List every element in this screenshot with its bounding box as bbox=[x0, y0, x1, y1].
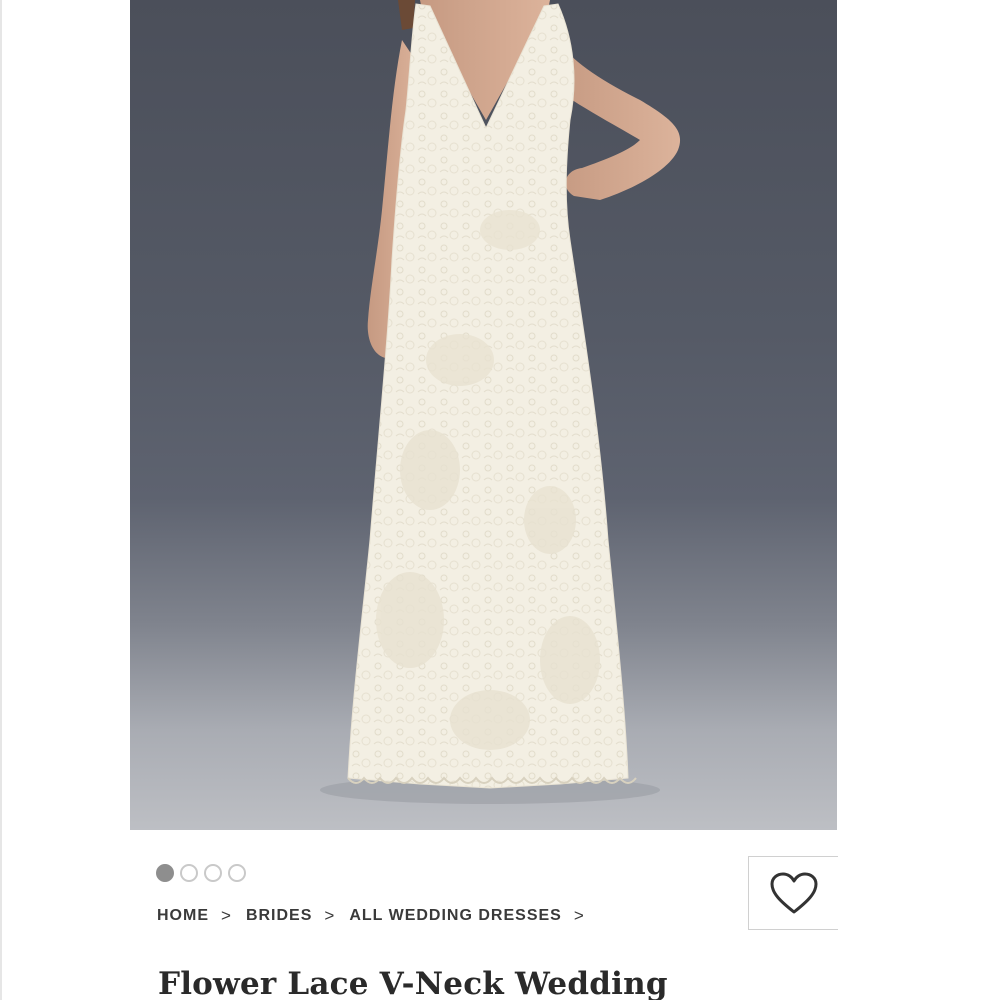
carousel-dots bbox=[156, 864, 246, 882]
breadcrumb-separator: > bbox=[221, 906, 232, 925]
product-page: HOME > BRIDES > ALL WEDDING DRESSES > Fl… bbox=[0, 0, 1000, 1000]
breadcrumb-separator: > bbox=[573, 906, 585, 925]
wishlist-button[interactable] bbox=[748, 856, 838, 930]
breadcrumb-home[interactable]: HOME bbox=[157, 907, 209, 925]
product-photo bbox=[320, 0, 681, 804]
carousel-dot-2[interactable] bbox=[180, 864, 198, 882]
carousel-dot-1[interactable] bbox=[156, 864, 174, 882]
breadcrumb-all-wedding-dresses[interactable]: ALL WEDDING DRESSES bbox=[349, 907, 562, 925]
carousel-dot-4[interactable] bbox=[228, 864, 246, 882]
product-title: Flower Lace V-Neck Wedding bbox=[158, 966, 668, 1000]
breadcrumb: HOME > BRIDES > ALL WEDDING DRESSES > bbox=[157, 906, 599, 926]
product-image[interactable] bbox=[130, 0, 837, 830]
breadcrumb-brides[interactable]: BRIDES bbox=[246, 907, 312, 925]
carousel-dot-3[interactable] bbox=[204, 864, 222, 882]
page-edge bbox=[0, 0, 2, 1000]
breadcrumb-separator: > bbox=[324, 906, 336, 925]
heart-icon bbox=[770, 872, 817, 914]
